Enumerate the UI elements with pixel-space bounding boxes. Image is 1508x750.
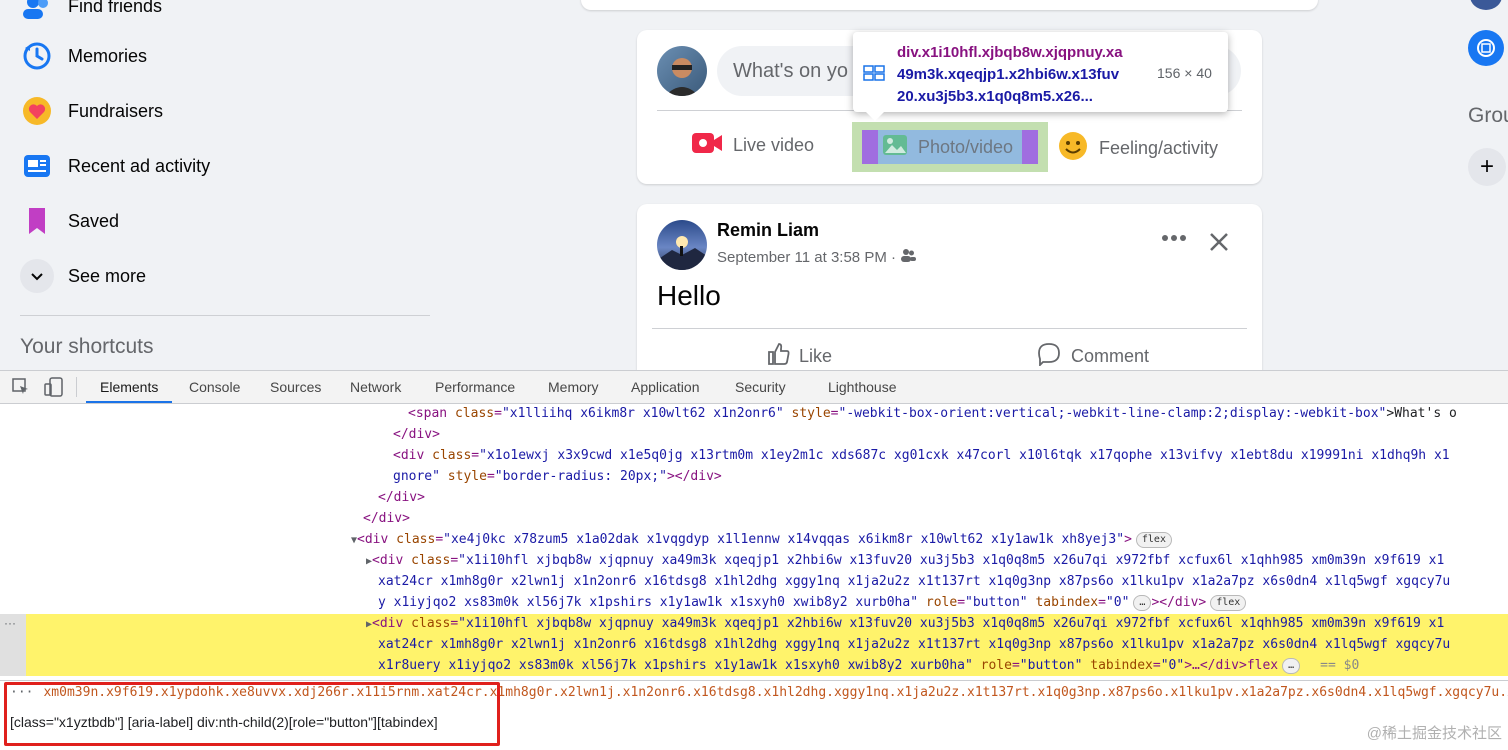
flex-badge: flex <box>1210 594 1247 611</box>
live-video-icon <box>691 130 723 161</box>
friends-icon <box>20 0 54 23</box>
sidebar-divider <box>20 315 430 316</box>
tooltip-size: 156 × 40 <box>1157 65 1212 81</box>
like-icon <box>767 342 791 370</box>
bookmark-icon <box>20 204 54 238</box>
photo-icon <box>882 132 908 163</box>
tooltip-arrow <box>866 112 884 121</box>
more-options-icon[interactable] <box>1161 230 1187 248</box>
dom-node-line: xat24cr x1mh8g0r x2lwn1j x1n2onr6 x16tds… <box>378 574 1451 589</box>
tab-lighthouse[interactable]: Lighthouse <box>828 371 897 403</box>
sidebar-item-see-more[interactable]: See more <box>20 254 146 298</box>
like-button[interactable]: Like <box>767 342 832 370</box>
tab-memory[interactable]: Memory <box>548 371 599 403</box>
sidebar-item-find-friends[interactable]: Find friends <box>20 0 162 28</box>
sidebar-item-label: Fundraisers <box>68 100 164 121</box>
close-icon[interactable] <box>1209 232 1229 257</box>
tab-console[interactable]: Console <box>189 371 240 403</box>
inspect-margin-right <box>1022 130 1038 164</box>
dom-node-line[interactable]: ▼<div class="xe4j0kc x78zum5 x1a02dak x1… <box>351 529 1172 551</box>
inspect-element-icon[interactable] <box>12 378 30 401</box>
post-divider <box>652 328 1247 329</box>
shortcuts-heading: Your shortcuts <box>20 335 154 358</box>
smiley-icon <box>1057 130 1089 167</box>
dom-node-line[interactable]: <span class="x1lliihq x6ikm8r x10wlt62 x… <box>408 403 1457 424</box>
heart-icon <box>20 94 54 128</box>
gutter-dots-icon[interactable]: ··· <box>4 616 16 630</box>
inspect-margin-left <box>862 130 878 164</box>
selected-dom-node-line: x1r8uery x1iyjqo2 xs83m0k xl56j7k x1pshi… <box>378 657 1360 674</box>
selected-dom-node[interactable]: ▶<div class="x1i10hfl xjbqb8w xjqpnuy xa… <box>366 613 1444 635</box>
groups-heading: Grou <box>1468 104 1508 127</box>
live-video-button[interactable]: Live video <box>691 130 814 161</box>
sidebar-item-label: Saved <box>68 210 120 231</box>
sidebar-item-fundraisers[interactable]: Fundraisers <box>20 89 163 133</box>
composer-placeholder: What's on yo <box>733 60 848 82</box>
post-meta: September 11 at 3:58 PM · <box>717 248 916 266</box>
devtools-panel: Elements Console Sources Network Perform… <box>0 370 1508 750</box>
element-grid-icon <box>863 65 885 86</box>
device-toolbar-icon[interactable] <box>44 377 64 402</box>
ellipsis-badge: … <box>1133 594 1152 611</box>
sidebar-item-recent-ad-activity[interactable]: Recent ad activity <box>20 144 210 188</box>
user-avatar[interactable] <box>657 46 707 96</box>
sidebar-item-saved[interactable]: Saved <box>20 199 119 243</box>
sidebar-item-memories[interactable]: Memories <box>20 34 147 78</box>
flex-badge: flex <box>1135 531 1172 548</box>
dom-node-line[interactable]: ▶<div class="x1i10hfl xjbqb8w xjqpnuy xa… <box>366 550 1444 572</box>
selected-dom-node-line: xat24cr x1mh8g0r x2lwn1j x1n2onr6 x16tds… <box>378 637 1451 652</box>
sidebar-item-label: Find friends <box>68 0 163 16</box>
right-rail-avatar[interactable] <box>1470 0 1502 10</box>
selector-query[interactable]: [class="x1yztbdb"] [aria-label] div:nth-… <box>10 714 438 730</box>
dom-node-line[interactable]: <div class="x1o1ewxj x3x9cwd x1e5q0jg x1… <box>393 445 1450 466</box>
comment-button[interactable]: Comment <box>1037 342 1149 370</box>
tab-performance[interactable]: Performance <box>435 371 515 403</box>
tab-network[interactable]: Network <box>350 371 401 403</box>
create-group-button[interactable]: + <box>1468 148 1506 186</box>
dom-node-line[interactable]: gnore" style="border-radius: 20px;"></di… <box>393 466 722 487</box>
memories-clock-icon <box>20 39 54 73</box>
friends-audience-icon <box>900 248 916 266</box>
sidebar-item-label: Memories <box>68 45 148 66</box>
inspect-tooltip: div.x1i10hfl.xjbqb8w.xjqpnuy.xa 49m3k.xq… <box>853 32 1228 112</box>
watermark: @稀土掘金技术社区 <box>1366 725 1502 742</box>
ad-activity-icon <box>20 149 54 183</box>
dom-node-line: y x1iyjqo2 xs83m0k xl56j7k x1pshirs x1y1… <box>378 592 1247 613</box>
tooltip-selector: div.x1i10hfl.xjbqb8w.xjqpnuy.xa 49m3k.xq… <box>897 44 1123 105</box>
dollar-zero-ref: == $0 <box>1320 658 1360 673</box>
post-author-avatar[interactable] <box>657 220 707 270</box>
post-author[interactable]: Remin Liam <box>717 220 819 241</box>
dom-node-line[interactable]: </div> <box>393 424 440 445</box>
photo-video-button[interactable]: Photo/video <box>882 130 1013 164</box>
devtools-tabbar: Elements Console Sources Network Perform… <box>0 370 1508 404</box>
tab-application[interactable]: Application <box>631 371 700 403</box>
sidebar-item-label: See more <box>68 265 147 286</box>
facebook-page: Find friends Memories Fundraisers Recent… <box>0 0 1508 370</box>
comment-icon <box>1037 342 1061 370</box>
ellipsis-badge: … <box>1282 657 1301 674</box>
chevron-down-icon <box>20 259 54 293</box>
tab-elements[interactable]: Elements <box>86 371 173 403</box>
post-timestamp[interactable]: September 11 at 3:58 PM · <box>717 249 896 266</box>
messenger-contact-icon[interactable] <box>1468 30 1504 66</box>
post-text: Hello <box>657 280 721 311</box>
tab-sources[interactable]: Sources <box>270 371 321 403</box>
post-card: Remin Liam September 11 at 3:58 PM · Hel… <box>637 204 1262 370</box>
tab-security[interactable]: Security <box>735 371 786 403</box>
dom-node-line[interactable]: </div> <box>378 487 425 508</box>
previous-card <box>581 0 1318 10</box>
tabbar-separator <box>76 377 77 397</box>
dom-node-line[interactable]: </div> <box>363 508 410 529</box>
feeling-activity-button[interactable]: Feeling/activity <box>1057 130 1218 167</box>
sidebar-item-label: Recent ad activity <box>68 155 211 176</box>
